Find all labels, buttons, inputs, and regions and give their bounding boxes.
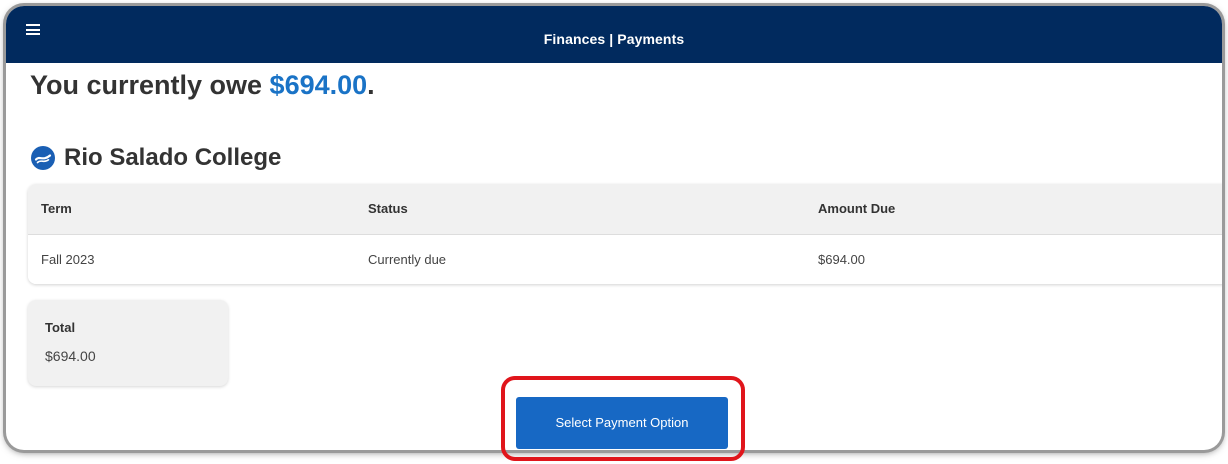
page-title: Finances | Payments bbox=[543, 31, 685, 47]
app-window: Finances | Payments You currently owe $6… bbox=[6, 6, 1222, 450]
top-app-bar: Finances | Payments bbox=[6, 6, 1222, 63]
balance-prefix: You currently owe bbox=[30, 70, 270, 100]
balance-suffix: . bbox=[367, 70, 375, 100]
total-card: Total $694.00 bbox=[28, 300, 228, 386]
total-label: Total bbox=[45, 320, 76, 335]
college-header: Rio Salado College bbox=[31, 142, 281, 174]
column-header-term: Term bbox=[41, 201, 72, 216]
term-cell: Fall 2023 bbox=[41, 252, 95, 267]
table-row: Fall 2023 Currently due $694.00 bbox=[28, 235, 1222, 284]
total-value: $694.00 bbox=[45, 348, 96, 364]
table-header-row: Term Status Amount Due bbox=[28, 184, 1222, 235]
status-cell: Currently due bbox=[368, 252, 447, 267]
amount-due-cell: $694.00 bbox=[818, 252, 865, 267]
column-header-amount-due: Amount Due bbox=[818, 201, 896, 216]
balance-heading: You currently owe $694.00. bbox=[30, 70, 375, 101]
college-name: Rio Salado College bbox=[64, 144, 282, 171]
select-payment-option-button[interactable]: Select Payment Option bbox=[516, 397, 728, 449]
balance-table: Term Status Amount Due Fall 2023 Current… bbox=[28, 184, 1222, 284]
college-logo-icon bbox=[31, 146, 55, 170]
balance-amount: $694.00 bbox=[269, 70, 368, 100]
column-header-status: Status bbox=[368, 201, 408, 216]
